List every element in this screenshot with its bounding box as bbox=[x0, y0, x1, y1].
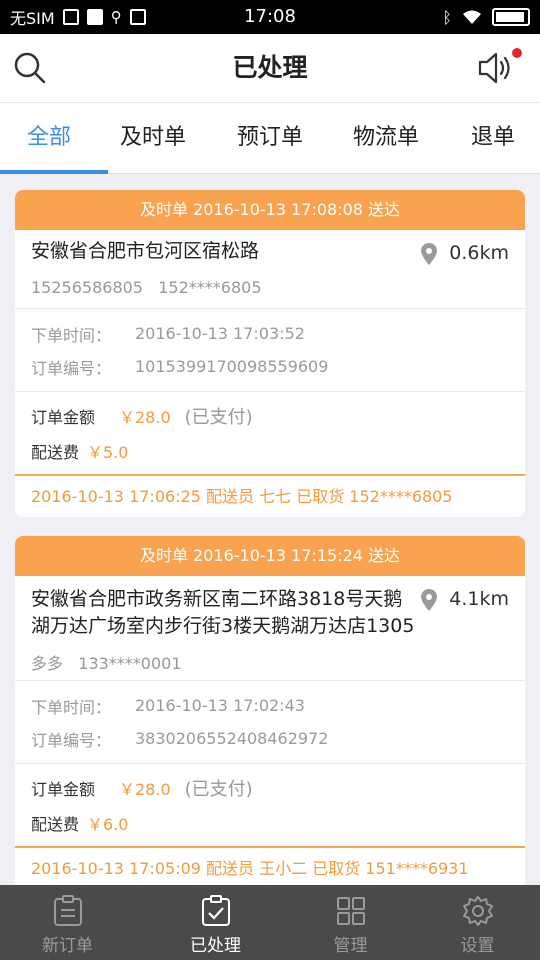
location-pin-icon bbox=[421, 242, 438, 265]
grid-icon bbox=[336, 897, 365, 925]
delivery-fee-row: 配送费 ￥5.0 bbox=[31, 434, 509, 468]
tab-reservation[interactable]: 预订单 bbox=[214, 103, 326, 175]
order-amount-label: 订单金额 bbox=[31, 408, 96, 427]
order-info: 下单时间： 2016-10-13 17:02:43 订单编号： 38302065… bbox=[15, 681, 525, 763]
order-amount-label: 订单金额 bbox=[31, 780, 96, 799]
app-header: 已处理 bbox=[0, 34, 540, 102]
status-bar: 无SIM ⚲ 17:08 ᛒ bbox=[0, 0, 540, 34]
order-number-row: 订单编号： 3830206552408462972 bbox=[31, 722, 509, 755]
tab-logistics[interactable]: 物流单 bbox=[330, 103, 442, 175]
nav-manage[interactable]: 管理 bbox=[283, 885, 418, 960]
delivery-address: 安徽省合肥市政务新区南二环路3818号天鹅湖万达广场室内步行街3楼天鹅湖万达店1… bbox=[15, 576, 525, 640]
order-type-tabs: 全部 及时单 预订单 物流单 退单 bbox=[0, 102, 540, 174]
delivery-fee-value: ￥5.0 bbox=[87, 443, 129, 462]
battery-icon bbox=[492, 8, 530, 26]
order-amount-row: 订单金额 ￥28.0 (已支付) bbox=[31, 770, 509, 806]
nav-settings[interactable]: 设置 bbox=[410, 885, 540, 960]
order-status-banner: 及时单 2016-10-13 17:08:08 送达 bbox=[15, 190, 525, 230]
customer-contact: 多多 133****0001 bbox=[31, 654, 182, 673]
order-time-value: 2016-10-13 17:02:43 bbox=[135, 696, 305, 715]
tab-instant[interactable]: 及时单 bbox=[98, 103, 208, 175]
order-time-label: 下单时间： bbox=[31, 325, 112, 345]
order-number-label: 订单编号： bbox=[31, 730, 112, 750]
tab-all[interactable]: 全部 bbox=[0, 103, 98, 175]
payment-status: (已支付) bbox=[184, 407, 253, 428]
distance-value: 4.1km bbox=[449, 588, 509, 610]
pickup-info: 2016-10-13 17:05:09 配送员 王小二 已取货 151****6… bbox=[31, 859, 469, 878]
location-pin-icon bbox=[421, 588, 438, 611]
order-number-label: 订单编号： bbox=[31, 358, 112, 378]
delivery-fee-row: 配送费 ￥6.0 bbox=[31, 806, 509, 840]
nav-new-orders[interactable]: 新订单 bbox=[0, 885, 135, 960]
pickup-info: 2016-10-13 17:06:25 配送员 七七 已取货 152****68… bbox=[31, 487, 453, 506]
gear-icon bbox=[462, 896, 493, 926]
customer-contact: 15256586805 152****6805 bbox=[31, 278, 262, 297]
order-amount-value: ￥28.0 bbox=[119, 780, 171, 799]
page-title: 已处理 bbox=[232, 53, 308, 82]
order-time-row: 下单时间： 2016-10-13 17:02:43 bbox=[31, 689, 509, 722]
delivery-fee-value: ￥6.0 bbox=[87, 815, 129, 834]
payment-info: 订单金额 ￥28.0 (已支付) 配送费 ￥6.0 bbox=[15, 764, 525, 846]
sound-button[interactable] bbox=[476, 48, 522, 86]
order-number-value: 3830206552408462972 bbox=[135, 729, 329, 748]
wifi-icon bbox=[463, 10, 481, 24]
tab-refund[interactable]: 退单 bbox=[446, 103, 540, 175]
delivery-fee-label: 配送费 bbox=[31, 443, 80, 462]
order-info: 下单时间： 2016-10-13 17:03:52 订单编号： 10153991… bbox=[15, 309, 525, 391]
delivery-fee-label: 配送费 bbox=[31, 815, 80, 834]
nav-label: 已处理 bbox=[190, 936, 241, 956]
address-text: 安徽省合肥市政务新区南二环路3818号天鹅湖万达广场室内步行街3楼天鹅湖万达店1… bbox=[31, 588, 415, 637]
bluetooth-icon: ᛒ bbox=[442, 7, 452, 27]
distance: 0.6km bbox=[421, 240, 509, 267]
order-time-label: 下单时间： bbox=[31, 697, 112, 717]
speaker-icon bbox=[478, 52, 510, 84]
active-tab-indicator bbox=[0, 170, 108, 174]
nav-processed[interactable]: 已处理 bbox=[148, 885, 283, 960]
payment-status: (已支付) bbox=[184, 779, 253, 800]
processed-icon bbox=[201, 895, 230, 926]
order-time-value: 2016-10-13 17:03:52 bbox=[135, 324, 305, 343]
nav-label: 管理 bbox=[333, 936, 368, 956]
delivery-address: 安徽省合肥市包河区宿松路 0.6km bbox=[15, 230, 525, 268]
address-text: 安徽省合肥市包河区宿松路 bbox=[31, 240, 260, 262]
order-card[interactable]: 及时单 2016-10-13 17:15:24 送达 安徽省合肥市政务新区南二环… bbox=[15, 536, 525, 889]
order-time-row: 下单时间： 2016-10-13 17:03:52 bbox=[31, 317, 509, 350]
order-card[interactable]: 及时单 2016-10-13 17:08:08 送达 安徽省合肥市包河区宿松路 … bbox=[15, 190, 525, 517]
order-number-row: 订单编号： 1015399170098559609 bbox=[31, 350, 509, 383]
order-number-value: 1015399170098559609 bbox=[135, 357, 329, 376]
nav-label: 设置 bbox=[460, 936, 495, 956]
nav-label: 新订单 bbox=[42, 936, 93, 956]
new-order-icon bbox=[53, 895, 82, 926]
payment-info: 订单金额 ￥28.0 (已支付) 配送费 ￥5.0 bbox=[15, 392, 525, 474]
distance-value: 0.6km bbox=[449, 242, 509, 264]
distance: 4.1km bbox=[421, 586, 509, 613]
notification-dot bbox=[512, 48, 522, 58]
order-status-banner: 及时单 2016-10-13 17:15:24 送达 bbox=[15, 536, 525, 576]
order-amount-row: 订单金额 ￥28.0 (已支付) bbox=[31, 398, 509, 434]
order-amount-value: ￥28.0 bbox=[119, 408, 171, 427]
bottom-tab-bar: 新订单 已处理 管理 设置 bbox=[0, 885, 540, 960]
